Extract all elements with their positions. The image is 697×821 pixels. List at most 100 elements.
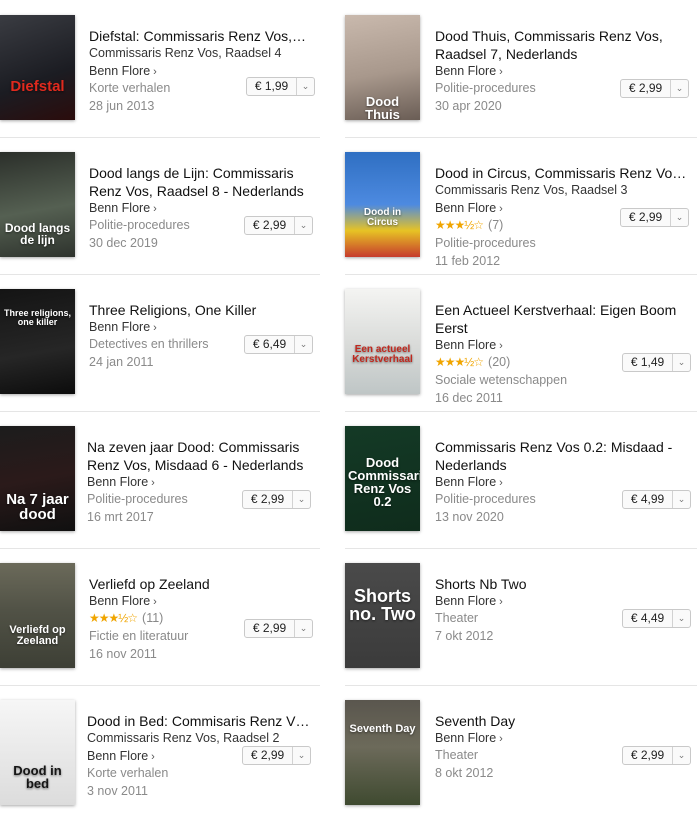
- book-cover[interactable]: Dood Commissaris Renz Vos 0.2: [345, 426, 420, 531]
- book-title[interactable]: Commissaris Renz Vos 0.2: Misdaad - Nede…: [435, 438, 695, 474]
- book-cover[interactable]: Dood Thuis: [345, 15, 420, 120]
- cover-title-art: Dood in Circus: [363, 207, 402, 228]
- rating-stars-icon: ★★★½☆: [435, 218, 484, 232]
- buy-price-button[interactable]: € 1,49 ⌄: [622, 353, 691, 372]
- release-date: 7 okt 2012: [435, 629, 494, 643]
- author-link[interactable]: Benn Flore ›: [435, 337, 503, 355]
- author-link[interactable]: Benn Flore ›: [89, 593, 157, 611]
- chevron-down-icon[interactable]: ⌄: [292, 491, 310, 508]
- author-link[interactable]: Benn Flore ›: [89, 319, 157, 337]
- book-genre[interactable]: Sociale wetenschappen: [435, 372, 567, 389]
- author-name: Benn Flore: [89, 64, 151, 78]
- book-genre[interactable]: Theater: [435, 747, 478, 764]
- book-genre[interactable]: Korte verhalen: [87, 765, 168, 782]
- chevron-down-icon[interactable]: ⌄: [294, 620, 312, 637]
- author-link[interactable]: Benn Flore ›: [435, 593, 503, 611]
- book-series[interactable]: Commissaris Renz Vos, Raadsel 3: [435, 182, 627, 199]
- book-title[interactable]: Na zeven jaar Dood: Commissaris Renz Vos…: [87, 438, 315, 474]
- buy-price-button[interactable]: € 2,99 ⌄: [242, 746, 311, 765]
- cover-title-art: Three religions, one killer: [3, 308, 72, 327]
- buy-price-button[interactable]: € 4,49 ⌄: [622, 609, 691, 628]
- book-cover[interactable]: Shorts no. Two: [345, 563, 420, 668]
- book-genre[interactable]: Korte verhalen: [89, 80, 170, 97]
- price-label: € 1,99: [254, 79, 289, 93]
- cover-title-art: Dood langs de lijn: [4, 221, 71, 247]
- buy-price-button[interactable]: € 2,99 ⌄: [244, 619, 313, 638]
- author-link[interactable]: Benn Flore ›: [435, 730, 503, 748]
- rating-count: (7): [488, 218, 504, 232]
- book-title[interactable]: Verliefd op Zeeland: [89, 575, 317, 593]
- chevron-down-icon[interactable]: ⌄: [672, 610, 690, 627]
- book-title[interactable]: Dood Thuis, Commissaris Renz Vos, Raadse…: [435, 27, 695, 63]
- author-name: Benn Flore: [89, 320, 151, 334]
- buy-price-button[interactable]: € 2,99 ⌄: [620, 79, 689, 98]
- chevron-down-icon[interactable]: ⌄: [672, 747, 690, 764]
- cover-title-art: Verliefd op Zeeland: [9, 624, 66, 647]
- chevron-down-icon[interactable]: ⌄: [672, 354, 690, 371]
- buy-price-button[interactable]: € 2,99 ⌄: [620, 208, 689, 227]
- buy-price-button[interactable]: € 2,99 ⌄: [242, 490, 311, 509]
- cover-title-art: Dood in bed: [13, 763, 62, 791]
- chevron-right-icon: ›: [153, 203, 157, 215]
- book-genre[interactable]: Politie-procedures: [435, 235, 536, 252]
- book-title[interactable]: Diefstal: Commissaris Renz Vos,…: [89, 27, 317, 45]
- book-cover[interactable]: Dood in Circus: [345, 152, 420, 257]
- book-series[interactable]: Commissaris Renz Vos, Raadsel 4: [89, 45, 281, 62]
- author-link[interactable]: Benn Flore ›: [87, 748, 155, 766]
- book-genre[interactable]: Politie-procedures: [435, 491, 536, 508]
- author-link[interactable]: Benn Flore ›: [89, 63, 157, 81]
- book-title[interactable]: Seventh Day: [435, 712, 695, 730]
- chevron-right-icon: ›: [499, 66, 503, 78]
- book-genre[interactable]: Politie-procedures: [87, 491, 188, 508]
- chevron-down-icon[interactable]: ⌄: [670, 209, 688, 226]
- book-cover[interactable]: Dood in bed: [0, 700, 75, 805]
- book-title[interactable]: Dood in Circus, Commissaris Renz Vo…: [435, 164, 695, 182]
- row-separator: [345, 685, 697, 686]
- author-link[interactable]: Benn Flore ›: [89, 200, 157, 218]
- chevron-down-icon[interactable]: ⌄: [294, 336, 312, 353]
- book-title[interactable]: Een Actueel Kerstverhaal: Eigen Boom Eer…: [435, 301, 695, 337]
- star-rating: ★★★½☆ (20): [435, 354, 510, 371]
- buy-price-button[interactable]: € 1,99 ⌄: [246, 77, 315, 96]
- author-name: Benn Flore: [89, 594, 151, 608]
- buy-price-button[interactable]: € 6,49 ⌄: [244, 335, 313, 354]
- chevron-down-icon[interactable]: ⌄: [670, 80, 688, 97]
- chevron-right-icon: ›: [151, 751, 155, 763]
- price-label: € 2,99: [250, 748, 285, 762]
- book-genre[interactable]: Detectives en thrillers: [89, 336, 209, 353]
- book-genre[interactable]: Theater: [435, 610, 478, 627]
- author-name: Benn Flore: [435, 338, 497, 352]
- author-link[interactable]: Benn Flore ›: [435, 200, 503, 218]
- author-link[interactable]: Benn Flore ›: [435, 474, 503, 492]
- author-link[interactable]: Benn Flore ›: [435, 63, 503, 81]
- book-genre[interactable]: Fictie en literatuur: [89, 628, 188, 645]
- book-series[interactable]: Commissaris Renz Vos, Raadsel 2: [87, 730, 279, 747]
- book-cover[interactable]: Seventh Day: [345, 700, 420, 805]
- chevron-down-icon[interactable]: ⌄: [296, 78, 314, 95]
- cover-title-art: Dood Thuis: [365, 94, 400, 120]
- release-date: 28 jun 2013: [89, 99, 155, 113]
- chevron-down-icon[interactable]: ⌄: [294, 217, 312, 234]
- book-cover[interactable]: Diefstal: [0, 15, 75, 120]
- book-genre[interactable]: Politie-procedures: [89, 217, 190, 234]
- price-label: € 2,99: [252, 621, 287, 635]
- book-title[interactable]: Dood langs de Lijn: Commissaris Renz Vos…: [89, 164, 317, 200]
- book-cover[interactable]: Three religions, one killer: [0, 289, 75, 394]
- buy-price-button[interactable]: € 4,99 ⌄: [622, 490, 691, 509]
- author-link[interactable]: Benn Flore ›: [87, 474, 155, 492]
- author-name: Benn Flore: [87, 475, 149, 489]
- book-cover[interactable]: Verliefd op Zeeland: [0, 563, 75, 668]
- book-genre[interactable]: Politie-procedures: [435, 80, 536, 97]
- chevron-down-icon[interactable]: ⌄: [292, 747, 310, 764]
- book-title[interactable]: Shorts Nb Two: [435, 575, 695, 593]
- book-title[interactable]: Dood in Bed: Commisaris Renz V…: [87, 712, 315, 730]
- book-title[interactable]: Three Religions, One Killer: [89, 301, 317, 319]
- chevron-down-icon[interactable]: ⌄: [672, 491, 690, 508]
- book-cover[interactable]: Dood langs de lijn: [0, 152, 75, 257]
- book-cover[interactable]: Een actueel Kerstverhaal: [345, 289, 420, 394]
- row-separator: [345, 274, 697, 275]
- buy-price-button[interactable]: € 2,99 ⌄: [622, 746, 691, 765]
- release-date: 8 okt 2012: [435, 766, 494, 780]
- book-cover[interactable]: Na 7 jaar dood: [0, 426, 75, 531]
- buy-price-button[interactable]: € 2,99 ⌄: [244, 216, 313, 235]
